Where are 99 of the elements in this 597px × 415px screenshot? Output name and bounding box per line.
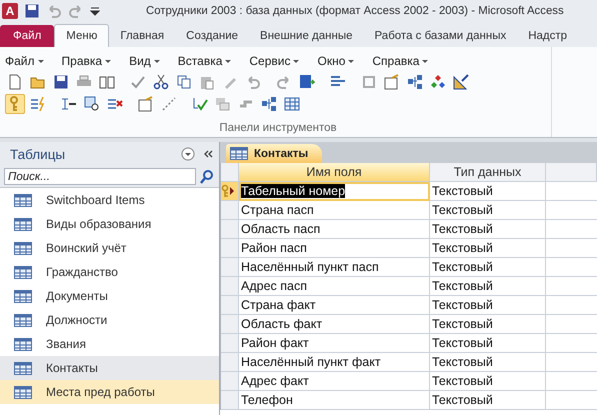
table-icon [14,288,32,304]
table-icon [14,360,32,376]
menu-item[interactable]: Вид [129,54,160,68]
current-row-icon [230,187,235,195]
document-icon [7,74,23,90]
table-cell: Телефон [239,391,430,410]
caret-icon [154,60,160,62]
table-cell: Район пасп [239,239,430,258]
table-cell: Текстовый [430,258,546,277]
collapse-icon [203,149,213,159]
menu-item[interactable]: Файл [5,54,44,68]
ribbon-tab[interactable]: Главная [109,25,176,47]
table-icon [14,240,32,256]
pane-title: Таблицы [10,146,66,162]
table-cell: Текстовый [430,372,546,391]
document-tab[interactable]: Контакты [226,144,322,163]
save-icon [24,3,40,19]
table-cell: Область факт [239,315,430,334]
checkmark-tree-icon [192,96,208,112]
table-cell: Текстовый [430,353,546,372]
table-cell: Населённый пункт пасп [239,258,430,277]
app-logo: A [2,3,18,19]
copy-icon [176,74,192,90]
nav-item[interactable]: Места пред работы [0,380,219,404]
caret-icon [422,60,428,62]
table-icon [14,336,32,352]
table-cell: Страна факт [239,296,430,315]
table-cell: Текстовый [430,296,546,315]
table-icon [14,216,32,232]
paste-icon [199,74,215,90]
ribbon-tab[interactable]: Создание [175,25,250,47]
nav-item[interactable]: Контакты [0,356,219,380]
diagram-icon [261,96,277,112]
table-cell: Область пасп [239,220,430,239]
grid-magnifier-icon [84,96,100,112]
search-field[interactable]: Поиск... [4,168,196,185]
caret-icon [225,60,232,62]
table-cell: Текстовый [430,201,546,220]
table-icon [284,96,300,112]
table-cell: Текстовый [430,315,546,334]
dropdown-circle-icon [181,147,195,161]
caret-icon [105,60,112,62]
table-cell: Табельный номер [239,182,430,201]
table-cell: Населённый пункт факт [239,353,430,372]
table-icon [230,146,248,161]
menu-item[interactable]: Справка [372,54,428,68]
ribbon-tab[interactable]: Меню [54,24,110,47]
lightning-list-icon [30,96,46,112]
properties-icon [384,74,400,90]
file-tab[interactable]: Файл [0,25,54,47]
table-cell: Адрес факт [239,372,430,391]
properties-icon [138,96,154,112]
column-header[interactable] [546,163,597,182]
tab-label: Контакты [254,148,308,160]
menu-item[interactable]: Окно [317,54,354,68]
ruler-icon [453,74,469,90]
ruler-button[interactable] [451,72,471,92]
caret-icon [38,60,44,62]
table-cell: Текстовый [430,182,546,201]
table-cell: Текстовый [430,239,546,258]
ribbon-tab[interactable]: Внешние данные [249,25,364,47]
table-cell: Текстовый [430,334,546,353]
table-cell: Текстовый [430,391,546,410]
column-header[interactable]: Тип данных [430,163,546,182]
table-icon [14,384,32,400]
menu-item[interactable]: Вставка [178,54,232,68]
stacked-forms-icon [215,96,231,112]
table-cell: Адрес пасп [239,277,430,296]
row-selector[interactable] [221,182,239,201]
book-icon [99,74,115,90]
window-title: Сотрудники 2003 : база данных (формат Access 2002 - 2003) - Microsoft Access [146,5,564,17]
caret-icon [293,60,300,62]
insert-rows-icon [61,96,77,112]
shapes-icon [430,74,446,90]
key-icon [221,184,230,198]
table-cell: Текстовый [430,220,546,239]
diagram-button[interactable] [405,72,425,92]
table-cell: Страна пасп [239,201,430,220]
scissors-icon [153,74,169,90]
scissors-button[interactable] [151,72,171,92]
menu-item[interactable]: Сервис [249,54,300,68]
table-icon [14,264,32,280]
word-document-icon [299,74,315,90]
group-label: Панели инструментов [218,122,338,136]
customize-menu-icon [90,5,100,17]
menu-item[interactable]: Правка [62,54,112,68]
ribbon-tab[interactable]: Надстр [517,25,578,47]
spellcheck-icon [130,74,146,90]
caret-icon [348,60,354,62]
save-icon [53,74,69,90]
diagram-button[interactable] [259,94,279,114]
table-icon [14,312,32,328]
diagram-icon [407,74,423,90]
table-icon [14,192,32,208]
search-icon [199,168,215,184]
table-cell: Текстовый [430,277,546,296]
column-header[interactable]: Имя поля [239,163,430,182]
ribbon-tab[interactable]: Работа с базами данных [364,25,518,47]
table-cell: Район факт [239,334,430,353]
